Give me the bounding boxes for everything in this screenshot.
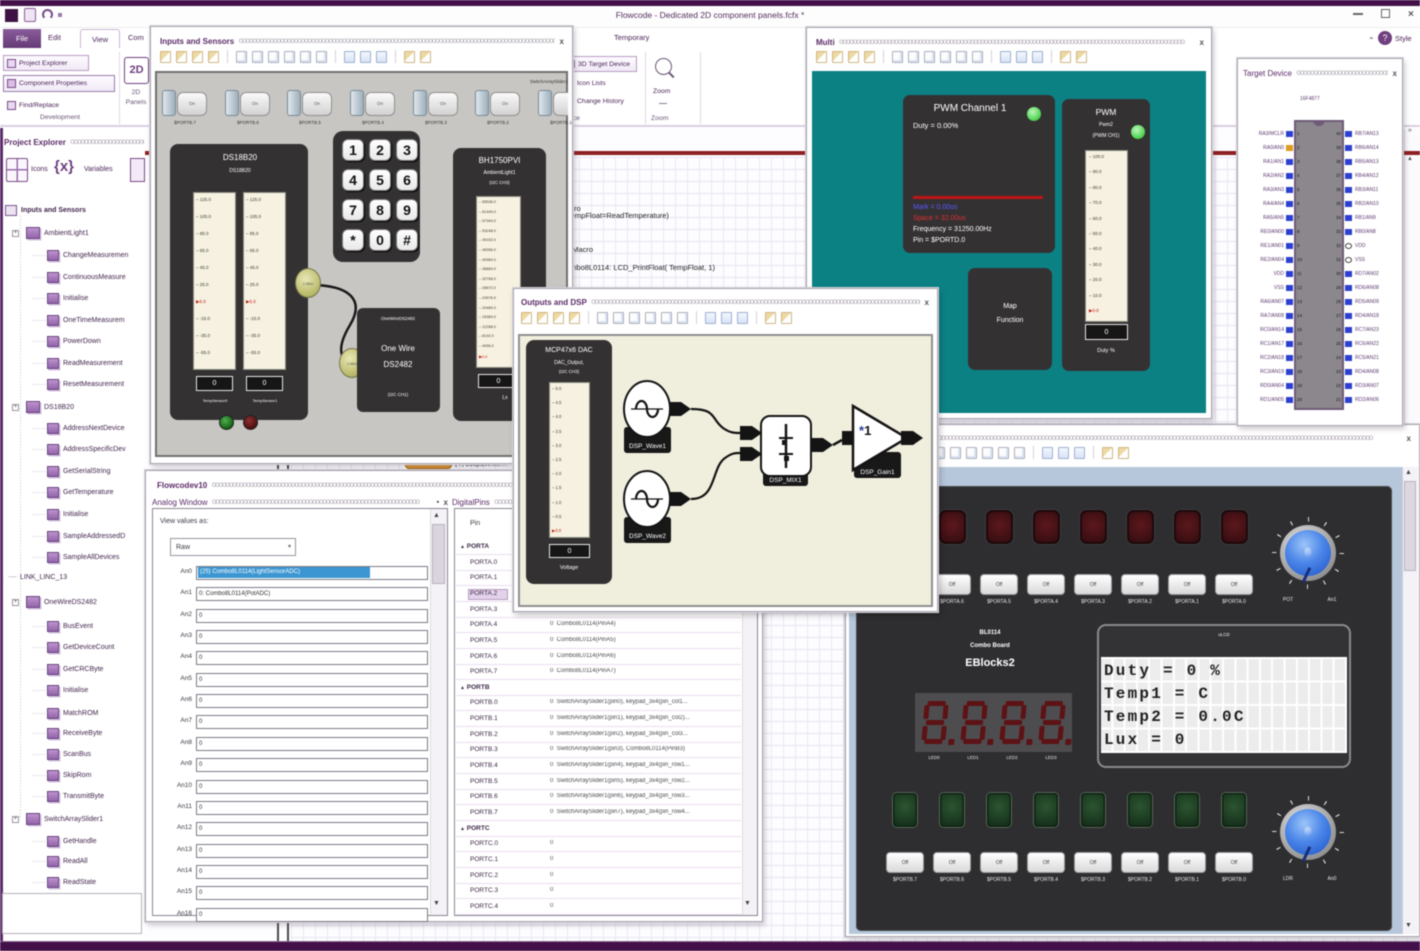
svg-text:DSP_Wave1: DSP_Wave1	[629, 443, 666, 450]
svg-text:DSP_MIX1: DSP_MIX1	[769, 477, 802, 484]
svg-text:DSP_Wave2: DSP_Wave2	[629, 533, 666, 540]
svg-text:DSP_Gain1: DSP_Gain1	[860, 469, 895, 476]
svg-text:*1: *1	[859, 423, 871, 438]
